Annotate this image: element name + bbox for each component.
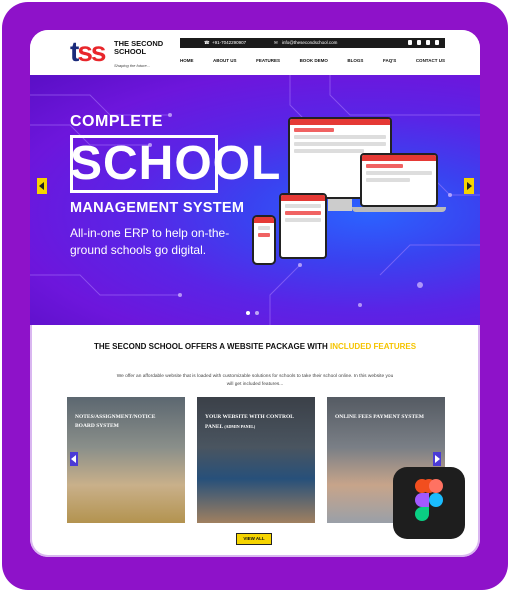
feature-card-website[interactable]: YOUR WEBSITE WITH CONTROL PANEL (Admin P… (197, 397, 315, 523)
slide-dot-2[interactable] (255, 311, 259, 315)
nav-book-demo[interactable]: BOOK DEMO (300, 58, 328, 63)
feature-card-title: ONLINE FEES PAYMENT SYSTEM (335, 414, 424, 420)
hero-line-management: MANAGEMENT SYSTEM (70, 200, 245, 216)
figma-logo-icon (415, 479, 443, 521)
email-address[interactable]: info@thesecondschool.com (282, 40, 337, 45)
brand-logo[interactable]: tss THE SECOND SCHOOL Shaping the future… (70, 36, 170, 70)
nav-about-us[interactable]: ABOUT US (213, 58, 237, 63)
facebook-icon[interactable] (408, 40, 412, 45)
nav-contact-us[interactable]: CONTACT US (416, 58, 445, 63)
hero-prev-arrow[interactable] (37, 178, 47, 194)
brand-tagline: Shaping the future... (114, 63, 151, 68)
phone-icon: ☎ (204, 40, 210, 45)
social-links (408, 40, 439, 45)
section-title-highlight: INCLUDED FEATURES (329, 342, 417, 351)
phone-number[interactable]: +91-7042290907 (212, 40, 246, 45)
feature-card-title: YOUR WEBSITE WITH CONTROL PANEL (Admin P… (205, 413, 305, 432)
laptop-base (352, 207, 446, 212)
hero-subtitle: All-in-one ERP to help on-the-ground sch… (70, 226, 230, 257)
cards-prev-arrow[interactable] (70, 452, 78, 466)
hero-line-school: SCHOOL (70, 137, 282, 190)
monitor-stand (328, 199, 352, 211)
contact-topbar: ☎ +91-7042290907 ✉ info@thesecondschool.… (180, 38, 445, 48)
feature-card-title: NOTES/ASSIGNMENT/NOTICE BOARD SYSTEM (75, 414, 156, 429)
mail-icon: ✉ (274, 40, 278, 45)
nav-faqs[interactable]: FAQ'S (383, 58, 396, 63)
hero-next-arrow[interactable] (464, 178, 474, 194)
hero-slider: COMPLETE SCHOOL MANAGEMENT SYSTEM All-in… (30, 75, 480, 325)
logo-mark: tss (70, 36, 106, 67)
cards-next-arrow[interactable] (433, 452, 441, 466)
hero-line-complete: COMPLETE (70, 113, 163, 130)
section-title-main: THE SECOND SCHOOL OFFERS A WEBSITE PACKA… (93, 342, 330, 351)
tablet-mockup (279, 193, 327, 259)
slide-dot-1[interactable] (246, 311, 250, 315)
nav-blogs[interactable]: BLOGS (347, 58, 363, 63)
instagram-icon[interactable] (426, 40, 430, 45)
linkedin-icon[interactable] (435, 40, 439, 45)
main-nav: HOME ABOUT US FEATURES BOOK DEMO BLOGS F… (180, 58, 445, 63)
section-title: THE SECOND SCHOOL OFFERS A WEBSITE PACKA… (30, 342, 480, 351)
laptop-mockup (360, 153, 438, 207)
slider-dots (246, 311, 259, 315)
feature-card-notes[interactable]: NOTES/ASSIGNMENT/NOTICE BOARD SYSTEM (67, 397, 185, 523)
twitter-icon[interactable] (417, 40, 421, 45)
promo-frame: tss THE SECOND SCHOOL Shaping the future… (0, 0, 510, 592)
nav-home[interactable]: HOME (180, 58, 194, 63)
brand-name: THE SECOND SCHOOL (114, 39, 164, 56)
feature-card-note: (Admin Panel) (224, 424, 256, 429)
section-description: We offer an affordable website that is l… (116, 374, 394, 387)
view-all-button[interactable]: VIEW ALL (236, 533, 272, 545)
figma-icon (393, 467, 465, 539)
nav-features[interactable]: FEATURES (256, 58, 280, 63)
site-header: tss THE SECOND SCHOOL Shaping the future… (30, 30, 480, 75)
phone-mockup (252, 215, 276, 265)
